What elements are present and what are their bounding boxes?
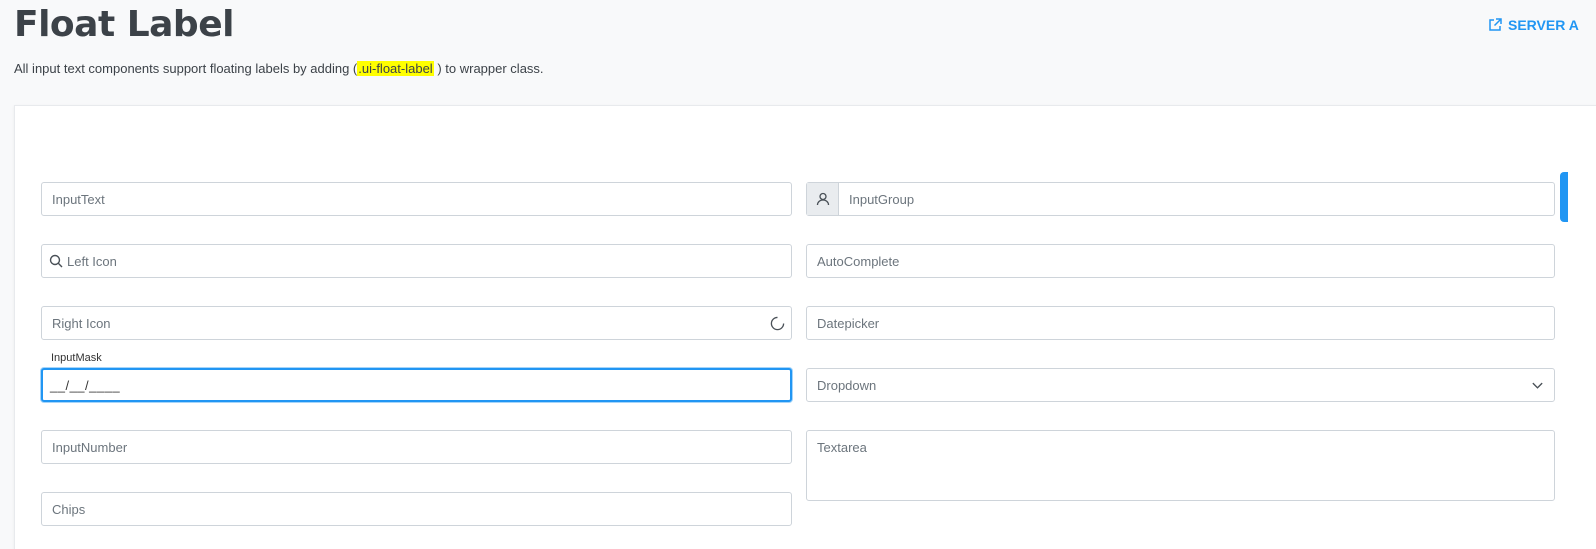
- inputgroup-field[interactable]: InputGroup: [806, 182, 1555, 216]
- inputnumber-field[interactable]: InputNumber: [41, 430, 792, 464]
- server-api-link-label: SERVER A: [1508, 17, 1579, 33]
- chips-field[interactable]: Chips: [41, 492, 792, 526]
- inputtext-label: InputText: [52, 191, 105, 207]
- textarea-field[interactable]: Textarea: [806, 430, 1555, 501]
- datepicker-label: Datepicker: [817, 315, 880, 331]
- textarea-label: Textarea: [817, 440, 867, 455]
- left-icon-field[interactable]: Left Icon: [41, 244, 792, 278]
- dropdown-label: Dropdown: [817, 377, 877, 393]
- left-icon-label: Left Icon: [67, 253, 117, 269]
- config-tab[interactable]: [1560, 172, 1568, 222]
- autocomplete-field[interactable]: AutoComplete: [806, 244, 1555, 278]
- inputtext-field[interactable]: InputText: [41, 182, 792, 216]
- dropdown-field[interactable]: Dropdown: [806, 368, 1555, 402]
- highlighted-class: .ui-float-label: [357, 61, 434, 76]
- page-description: All input text components support floati…: [14, 61, 544, 76]
- search-icon: [42, 254, 63, 268]
- inputmask-value: __/__/____: [50, 377, 121, 393]
- inputmask-float-label: InputMask: [51, 352, 102, 364]
- description-text-end: ) to wrapper class.: [437, 61, 544, 76]
- autocomplete-label: AutoComplete: [817, 253, 900, 269]
- page-title: Float Label: [14, 4, 234, 45]
- server-api-link[interactable]: SERVER A: [1488, 17, 1579, 33]
- external-link-icon: [1488, 18, 1502, 32]
- inputmask-field[interactable]: __/__/____: [41, 368, 792, 402]
- spinner-icon: [770, 316, 791, 331]
- user-icon: [807, 183, 839, 215]
- inputnumber-label: InputNumber: [52, 439, 128, 455]
- chevron-down-icon[interactable]: [1531, 379, 1554, 392]
- description-text: All input text components support floati…: [14, 61, 358, 76]
- datepicker-field[interactable]: Datepicker: [806, 306, 1555, 340]
- inputgroup-label: InputGroup: [849, 191, 915, 207]
- right-icon-label: Right Icon: [52, 315, 111, 331]
- right-icon-field[interactable]: Right Icon: [41, 306, 792, 340]
- chips-label: Chips: [52, 501, 86, 517]
